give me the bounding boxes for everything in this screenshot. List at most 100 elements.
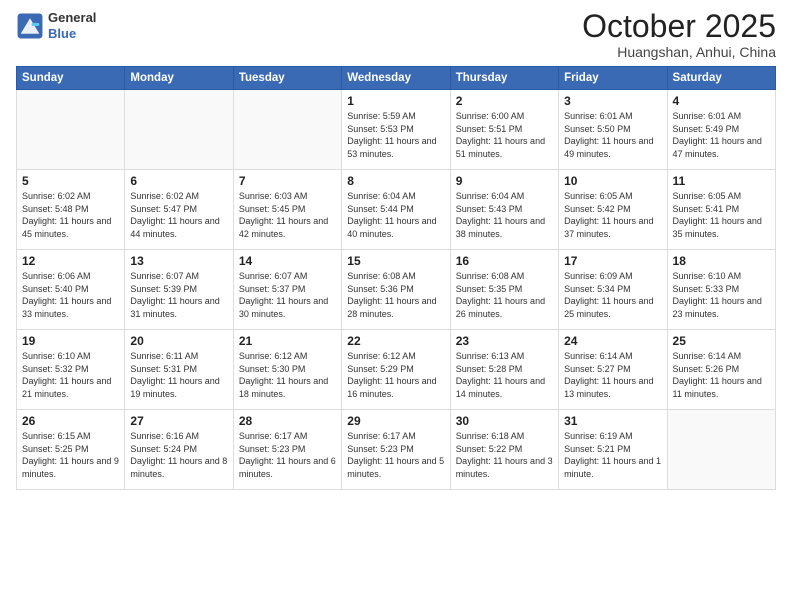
day-number: 24: [564, 334, 661, 348]
day-number: 19: [22, 334, 119, 348]
calendar-week-5: 26 Sunrise: 6:15 AM Sunset: 5:25 PM Dayli…: [17, 410, 776, 490]
day-number: 18: [673, 254, 770, 268]
day-info: Sunrise: 6:04 AM Sunset: 5:44 PM Dayligh…: [347, 190, 444, 240]
day-number: 10: [564, 174, 661, 188]
logo-text: General Blue: [48, 10, 96, 41]
day-number: 17: [564, 254, 661, 268]
day-number: 31: [564, 414, 661, 428]
day-info: Sunrise: 6:08 AM Sunset: 5:36 PM Dayligh…: [347, 270, 444, 320]
calendar-cell: 25 Sunrise: 6:14 AM Sunset: 5:26 PM Dayli…: [667, 330, 775, 410]
calendar-week-2: 5 Sunrise: 6:02 AM Sunset: 5:48 PM Daylig…: [17, 170, 776, 250]
calendar-cell: 13 Sunrise: 6:07 AM Sunset: 5:39 PM Dayli…: [125, 250, 233, 330]
day-info: Sunrise: 6:19 AM Sunset: 5:21 PM Dayligh…: [564, 430, 661, 480]
day-info: Sunrise: 6:17 AM Sunset: 5:23 PM Dayligh…: [347, 430, 444, 480]
weekday-header-sunday: Sunday: [17, 67, 125, 90]
calendar-cell: 29 Sunrise: 6:17 AM Sunset: 5:23 PM Dayli…: [342, 410, 450, 490]
calendar-cell: 2 Sunrise: 6:00 AM Sunset: 5:51 PM Daylig…: [450, 90, 558, 170]
day-info: Sunrise: 6:02 AM Sunset: 5:47 PM Dayligh…: [130, 190, 227, 240]
calendar-cell: 19 Sunrise: 6:10 AM Sunset: 5:32 PM Dayli…: [17, 330, 125, 410]
day-info: Sunrise: 6:05 AM Sunset: 5:42 PM Dayligh…: [564, 190, 661, 240]
day-info: Sunrise: 6:05 AM Sunset: 5:41 PM Dayligh…: [673, 190, 770, 240]
day-number: 16: [456, 254, 553, 268]
day-info: Sunrise: 6:13 AM Sunset: 5:28 PM Dayligh…: [456, 350, 553, 400]
day-number: 21: [239, 334, 336, 348]
day-number: 25: [673, 334, 770, 348]
weekday-header-wednesday: Wednesday: [342, 67, 450, 90]
day-number: 1: [347, 94, 444, 108]
calendar-cell: [17, 90, 125, 170]
day-info: Sunrise: 6:07 AM Sunset: 5:39 PM Dayligh…: [130, 270, 227, 320]
day-number: 29: [347, 414, 444, 428]
day-number: 9: [456, 174, 553, 188]
day-number: 12: [22, 254, 119, 268]
calendar-cell: 30 Sunrise: 6:18 AM Sunset: 5:22 PM Dayli…: [450, 410, 558, 490]
day-info: Sunrise: 6:12 AM Sunset: 5:29 PM Dayligh…: [347, 350, 444, 400]
day-number: 7: [239, 174, 336, 188]
page-container: General Blue October 2025 Huangshan, Anh…: [0, 0, 792, 498]
calendar-cell: 7 Sunrise: 6:03 AM Sunset: 5:45 PM Daylig…: [233, 170, 341, 250]
location-subtitle: Huangshan, Anhui, China: [582, 44, 776, 60]
calendar-cell: 20Sunrise: 6:11 AM Sunset: 5:31 PM Dayli…: [125, 330, 233, 410]
calendar-cell: 4 Sunrise: 6:01 AM Sunset: 5:49 PM Daylig…: [667, 90, 775, 170]
day-info: Sunrise: 6:00 AM Sunset: 5:51 PM Dayligh…: [456, 110, 553, 160]
day-info: Sunrise: 6:11 AM Sunset: 5:31 PM Dayligh…: [130, 350, 227, 400]
day-info: Sunrise: 6:12 AM Sunset: 5:30 PM Dayligh…: [239, 350, 336, 400]
calendar-cell: 28 Sunrise: 6:17 AM Sunset: 5:23 PM Dayli…: [233, 410, 341, 490]
logo-icon: [16, 12, 44, 40]
calendar-cell: 3Sunrise: 6:01 AM Sunset: 5:50 PM Daylig…: [559, 90, 667, 170]
logo-blue: Blue: [48, 26, 96, 42]
day-info: Sunrise: 6:17 AM Sunset: 5:23 PM Dayligh…: [239, 430, 336, 480]
day-number: 26: [22, 414, 119, 428]
calendar-cell: 10 Sunrise: 6:05 AM Sunset: 5:42 PM Dayli…: [559, 170, 667, 250]
calendar-cell: 5 Sunrise: 6:02 AM Sunset: 5:48 PM Daylig…: [17, 170, 125, 250]
day-info: Sunrise: 6:15 AM Sunset: 5:25 PM Dayligh…: [22, 430, 119, 480]
calendar-cell: [125, 90, 233, 170]
calendar-cell: 27Sunrise: 6:16 AM Sunset: 5:24 PM Dayli…: [125, 410, 233, 490]
day-number: 13: [130, 254, 227, 268]
day-number: 14: [239, 254, 336, 268]
day-number: 4: [673, 94, 770, 108]
month-title: October 2025: [582, 10, 776, 42]
calendar-cell: 6 Sunrise: 6:02 AM Sunset: 5:47 PM Daylig…: [125, 170, 233, 250]
calendar-cell: 26 Sunrise: 6:15 AM Sunset: 5:25 PM Dayli…: [17, 410, 125, 490]
day-info: Sunrise: 5:59 AM Sunset: 5:53 PM Dayligh…: [347, 110, 444, 160]
logo-general: General: [48, 10, 96, 26]
header: General Blue October 2025 Huangshan, Anh…: [16, 10, 776, 60]
day-info: Sunrise: 6:07 AM Sunset: 5:37 PM Dayligh…: [239, 270, 336, 320]
day-info: Sunrise: 6:14 AM Sunset: 5:27 PM Dayligh…: [564, 350, 661, 400]
day-info: Sunrise: 6:08 AM Sunset: 5:35 PM Dayligh…: [456, 270, 553, 320]
calendar-week-1: 1 Sunrise: 5:59 AM Sunset: 5:53 PM Daylig…: [17, 90, 776, 170]
calendar-cell: 14 Sunrise: 6:07 AM Sunset: 5:37 PM Dayli…: [233, 250, 341, 330]
weekday-header-saturday: Saturday: [667, 67, 775, 90]
day-info: Sunrise: 6:18 AM Sunset: 5:22 PM Dayligh…: [456, 430, 553, 480]
weekday-header-thursday: Thursday: [450, 67, 558, 90]
weekday-header-tuesday: Tuesday: [233, 67, 341, 90]
calendar-cell: 31 Sunrise: 6:19 AM Sunset: 5:21 PM Dayli…: [559, 410, 667, 490]
day-info: Sunrise: 6:02 AM Sunset: 5:48 PM Dayligh…: [22, 190, 119, 240]
calendar-week-4: 19 Sunrise: 6:10 AM Sunset: 5:32 PM Dayli…: [17, 330, 776, 410]
calendar-cell: 15Sunrise: 6:08 AM Sunset: 5:36 PM Dayli…: [342, 250, 450, 330]
day-number: 27: [130, 414, 227, 428]
calendar-cell: 22Sunrise: 6:12 AM Sunset: 5:29 PM Dayli…: [342, 330, 450, 410]
day-info: Sunrise: 6:14 AM Sunset: 5:26 PM Dayligh…: [673, 350, 770, 400]
weekday-header-friday: Friday: [559, 67, 667, 90]
calendar-cell: 17 Sunrise: 6:09 AM Sunset: 5:34 PM Dayli…: [559, 250, 667, 330]
day-info: Sunrise: 6:09 AM Sunset: 5:34 PM Dayligh…: [564, 270, 661, 320]
calendar-cell: 9 Sunrise: 6:04 AM Sunset: 5:43 PM Daylig…: [450, 170, 558, 250]
day-number: 8: [347, 174, 444, 188]
day-number: 30: [456, 414, 553, 428]
calendar-cell: 23 Sunrise: 6:13 AM Sunset: 5:28 PM Dayli…: [450, 330, 558, 410]
day-info: Sunrise: 6:01 AM Sunset: 5:49 PM Dayligh…: [673, 110, 770, 160]
day-info: Sunrise: 6:03 AM Sunset: 5:45 PM Dayligh…: [239, 190, 336, 240]
day-number: 3: [564, 94, 661, 108]
day-info: Sunrise: 6:10 AM Sunset: 5:32 PM Dayligh…: [22, 350, 119, 400]
day-number: 5: [22, 174, 119, 188]
day-number: 6: [130, 174, 227, 188]
weekday-header-monday: Monday: [125, 67, 233, 90]
day-number: 2: [456, 94, 553, 108]
calendar-cell: 16 Sunrise: 6:08 AM Sunset: 5:35 PM Dayli…: [450, 250, 558, 330]
day-number: 23: [456, 334, 553, 348]
day-info: Sunrise: 6:04 AM Sunset: 5:43 PM Dayligh…: [456, 190, 553, 240]
calendar-cell: [233, 90, 341, 170]
day-number: 28: [239, 414, 336, 428]
